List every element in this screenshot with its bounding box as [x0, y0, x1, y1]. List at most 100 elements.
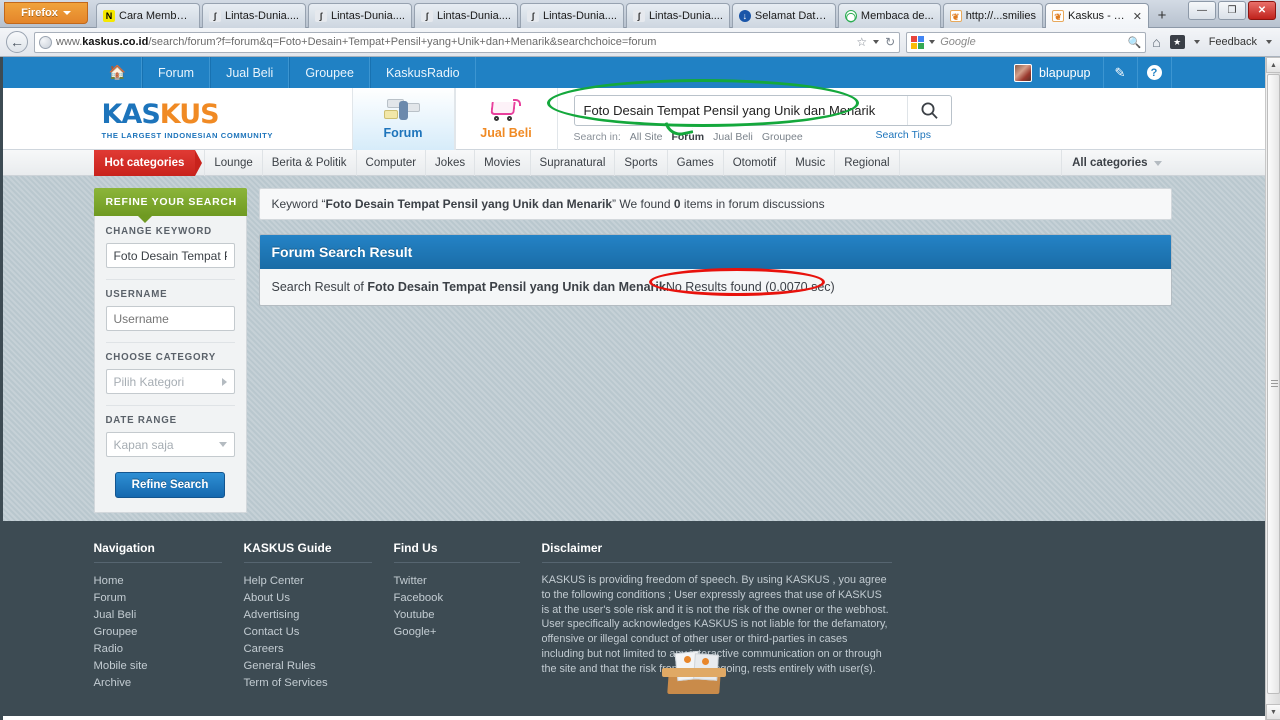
footer-link-home[interactable]: Home — [94, 573, 222, 590]
address-bar[interactable]: www.kaskus.co.id/search/forum?f=forum&q=… — [34, 31, 901, 53]
section-tab-forum[interactable]: Forum — [351, 88, 455, 150]
browser-tab-4[interactable]: ʃ Lintas-Dunia.... — [519, 3, 624, 28]
footer-link-general-rules[interactable]: General Rules — [244, 658, 372, 675]
footer-link-facebook[interactable]: Facebook — [394, 590, 520, 607]
category-games[interactable]: Games — [668, 150, 724, 176]
footer-link-term-of-services[interactable]: Term of Services — [244, 675, 372, 692]
footer-link-archive[interactable]: Archive — [94, 675, 222, 692]
footer-link-groupee[interactable]: Groupee — [94, 624, 222, 641]
search-submit-button[interactable] — [906, 96, 951, 125]
search-tips-link[interactable]: Search Tips — [876, 129, 931, 141]
category-list: Lounge Berita & Politik Computer Jokes Movie… — [195, 150, 900, 176]
date-range-select[interactable]: Kapan saja — [105, 432, 235, 457]
category-sports[interactable]: Sports — [615, 150, 668, 176]
scroll-down-button[interactable]: ▼ — [1266, 704, 1280, 720]
page-viewport: 🏠 Forum Jual Beli Groupee KaskusRadio blapu… — [0, 57, 1265, 720]
category-otomotif[interactable]: Otomotif — [724, 150, 787, 176]
search-scope-jual-beli[interactable]: Jual Beli — [713, 131, 753, 143]
topbar-item-groupee[interactable]: Groupee — [289, 57, 370, 88]
bookmarks-icon[interactable]: ★ — [1169, 35, 1185, 49]
footer-link-contact-us[interactable]: Contact Us — [244, 624, 372, 641]
hot-categories-button[interactable]: Hot categories — [93, 150, 203, 176]
choose-category-select[interactable]: Pilih Kategori — [105, 369, 235, 394]
chevron-down-icon[interactable] — [1193, 40, 1200, 44]
browser-tab-title: Lintas-Dunia.... — [330, 10, 405, 22]
restore-button[interactable]: ❐ — [1218, 1, 1246, 20]
tab-strip: N Cara Membua... ʃ Lintas-Dunia.... ʃ Lintas-… — [96, 3, 1173, 28]
scrollbar-thumb[interactable] — [1267, 74, 1280, 694]
footer-link-about-us[interactable]: About Us — [244, 590, 372, 607]
category-music[interactable]: Music — [786, 150, 836, 176]
browser-tab-6[interactable]: ↓ Selamat Data... — [731, 3, 836, 28]
chevron-down-icon[interactable] — [929, 40, 936, 44]
footer-find-links: Twitter Facebook Youtube Google+ — [394, 573, 520, 641]
browser-tab-9[interactable]: ❦ Kaskus - T... ✕ — [1044, 3, 1149, 28]
new-tab-button[interactable]: + — [1151, 3, 1173, 28]
browser-tab-2[interactable]: ʃ Lintas-Dunia.... — [307, 3, 412, 28]
url-text: www.kaskus.co.id/search/forum?f=forum&q=… — [56, 36, 852, 48]
browser-tab-8[interactable]: ❦ http://...smilies — [942, 3, 1043, 28]
minimize-button[interactable]: — — [1188, 1, 1216, 20]
page-scrollbar[interactable]: ▲ ▼ — [1265, 57, 1280, 720]
category-supranatural[interactable]: Supranatural — [531, 150, 616, 176]
username-input[interactable] — [105, 306, 235, 331]
search-input[interactable] — [574, 96, 907, 125]
chevron-down-icon[interactable] — [873, 40, 880, 44]
footer-link-mobile-site[interactable]: Mobile site — [94, 658, 222, 675]
pencil-icon[interactable]: ✎ — [1104, 57, 1138, 88]
tab-close-icon[interactable]: ✕ — [1133, 10, 1142, 23]
home-icon[interactable]: ⌂ — [1152, 34, 1160, 50]
topbar-item-forum[interactable]: Forum — [141, 57, 211, 88]
date-range-value: Kapan saja — [113, 437, 174, 452]
search-scope-all-site[interactable]: All Site — [630, 131, 663, 143]
close-button[interactable]: ✕ — [1248, 1, 1276, 20]
footer-link-youtube[interactable]: Youtube — [394, 607, 520, 624]
chevron-down-icon — [1153, 160, 1162, 166]
footer-link-careers[interactable]: Careers — [244, 641, 372, 658]
search-scope-groupee[interactable]: Groupee — [762, 131, 803, 143]
category-lounge[interactable]: Lounge — [204, 150, 263, 176]
back-button[interactable]: ← — [6, 31, 28, 53]
divider — [541, 562, 892, 563]
category-regional[interactable]: Regional — [835, 150, 900, 176]
browser-search-box[interactable]: Google 🔍 — [906, 31, 1147, 53]
browser-tab-7[interactable]: ◯ Membaca de... — [837, 3, 941, 28]
topbar-home-icon[interactable]: 🏠 — [94, 57, 142, 88]
topbar-item-kaskusradio[interactable]: KaskusRadio — [369, 57, 476, 88]
topbar-item-jual-beli[interactable]: Jual Beli — [210, 57, 290, 88]
browser-tab-title: Kaskus - T... — [1067, 10, 1127, 22]
section-tab-jualbeli[interactable]: Jual Beli — [454, 88, 558, 150]
feedback-label[interactable]: Feedback — [1209, 36, 1257, 48]
reload-icon[interactable]: ↻ — [885, 35, 895, 49]
footer-link-jual-beli[interactable]: Jual Beli — [94, 607, 222, 624]
browser-tab-3[interactable]: ʃ Lintas-Dunia.... — [413, 3, 518, 28]
footer-nav-title: Navigation — [93, 541, 155, 555]
category-movies[interactable]: Movies — [475, 150, 531, 176]
site-logo[interactable]: KASKUS THE LARGEST INDONESIAN COMMUNITY — [94, 88, 352, 150]
green-circle-icon: ◯ — [844, 10, 857, 22]
footer-link-help-center[interactable]: Help Center — [244, 573, 372, 590]
footer-link-advertising[interactable]: Advertising — [244, 607, 372, 624]
change-keyword-input[interactable] — [105, 243, 235, 268]
footer-nav-links: Home Forum Jual Beli Groupee Radio Mobile sit… — [94, 573, 222, 692]
browser-tab-5[interactable]: ʃ Lintas-Dunia.... — [625, 3, 730, 28]
footer-link-google-[interactable]: Google+ — [394, 624, 520, 641]
search-icon[interactable]: 🔍 — [1128, 36, 1142, 49]
jump-icon: ʃ — [209, 10, 221, 22]
user-menu[interactable]: blapupup — [1002, 57, 1104, 88]
firefox-menu-button[interactable]: Firefox — [4, 2, 88, 24]
bookmark-star-icon[interactable]: ☆ — [856, 35, 867, 49]
category-computer[interactable]: Computer — [357, 150, 427, 176]
category-berita-politik[interactable]: Berita & Politik — [263, 150, 357, 176]
category-jokes[interactable]: Jokes — [426, 150, 476, 176]
footer-link-forum[interactable]: Forum — [94, 590, 222, 607]
chevron-down-icon[interactable] — [1266, 40, 1272, 44]
refine-search-button[interactable]: Refine Search — [114, 472, 226, 498]
scroll-up-button[interactable]: ▲ — [1266, 57, 1280, 73]
browser-tab-1[interactable]: ʃ Lintas-Dunia.... — [202, 3, 306, 28]
help-icon-wrap[interactable]: ? — [1138, 57, 1172, 88]
footer-link-radio[interactable]: Radio — [94, 641, 222, 658]
browser-tab-0[interactable]: N Cara Membua... — [96, 3, 200, 28]
all-categories-dropdown[interactable]: All categories — [1061, 150, 1171, 176]
footer-link-twitter[interactable]: Twitter — [394, 573, 520, 590]
